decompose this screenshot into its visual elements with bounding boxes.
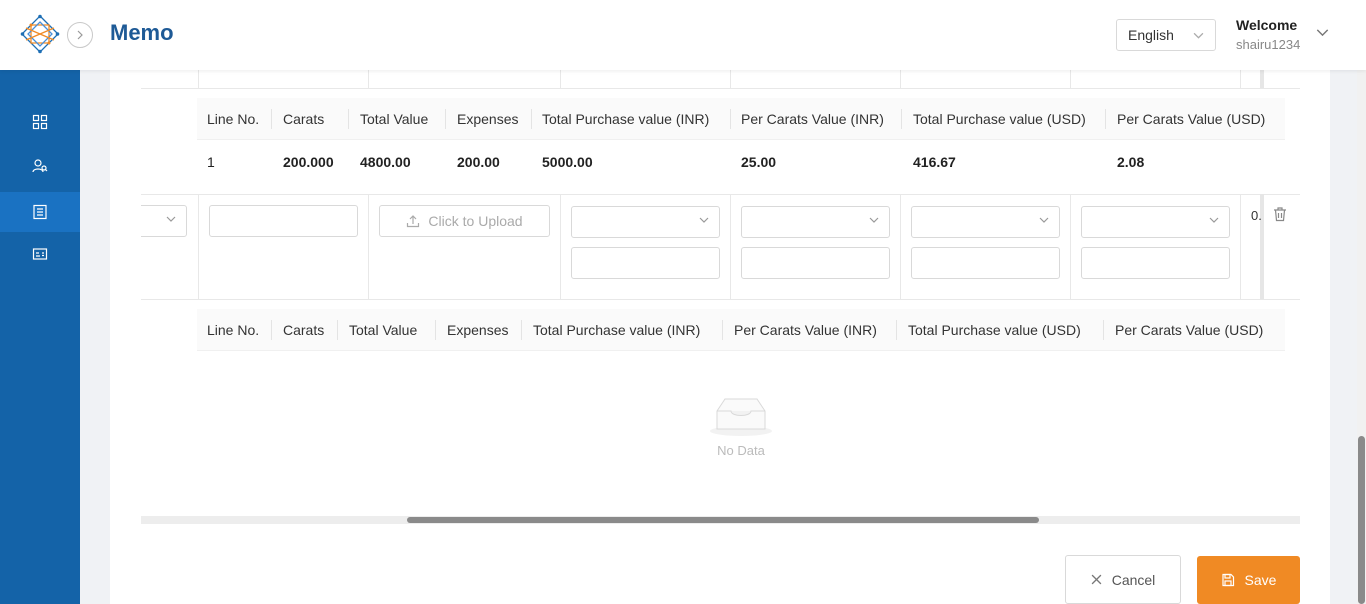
- col-line-no: Line No.: [207, 322, 260, 338]
- col-per-carats-usd: Per Carats Value (USD): [1117, 111, 1266, 127]
- col-per-carats-usd: Per Carats Value (USD): [1115, 322, 1264, 338]
- col-total-value: Total Value: [349, 322, 418, 338]
- chevron-down-icon: [166, 216, 176, 222]
- cell-per-carats-usd: 2.08: [1117, 154, 1145, 170]
- users-search-icon: [32, 159, 48, 173]
- cell-total-purchase-inr: 5000.00: [542, 154, 593, 170]
- username-label: shairu1234: [1236, 37, 1301, 52]
- row-select-partial[interactable]: [141, 205, 187, 237]
- horizontal-scrollbar[interactable]: [141, 516, 1300, 524]
- per-carats-inr-input[interactable]: [741, 247, 890, 279]
- sidebar: [0, 70, 80, 604]
- truncated-value: 0.: [1251, 208, 1262, 223]
- per-carats-usd-select[interactable]: [1081, 206, 1230, 238]
- cell-expenses: 200.00: [457, 154, 500, 170]
- sidebar-item-users[interactable]: [0, 146, 80, 186]
- click-to-upload-button[interactable]: Click to Upload: [379, 205, 550, 237]
- col-total-purchase-usd: Total Purchase value (USD): [908, 322, 1081, 338]
- empty-state: No Data: [691, 395, 791, 458]
- empty-text: No Data: [717, 443, 765, 458]
- col-carats: Carats: [283, 322, 325, 338]
- chevron-down-icon: [1193, 32, 1204, 39]
- col-total-purchase-inr: Total Purchase value (INR): [533, 322, 701, 338]
- app-header: Memo English Welcome shairu1234: [0, 0, 1366, 70]
- chevron-down-icon: [1209, 217, 1219, 223]
- col-total-value: Total Value: [360, 111, 429, 127]
- page-title: Memo: [110, 20, 174, 45]
- cell-line-no: 1: [207, 154, 215, 170]
- horizontal-scrollbar-thumb[interactable]: [407, 517, 1039, 523]
- usd-input[interactable]: [911, 247, 1060, 279]
- language-select[interactable]: English: [1116, 19, 1216, 51]
- dashboard-grid-icon: [32, 114, 48, 130]
- cancel-label: Cancel: [1111, 571, 1156, 588]
- chevron-down-icon: [1039, 217, 1049, 223]
- upload-icon: [407, 215, 420, 228]
- vertical-scrollbar-thumb[interactable]: [1358, 436, 1365, 604]
- save-label: Save: [1244, 572, 1277, 588]
- sidebar-item-profile[interactable]: [0, 234, 80, 274]
- save-icon: [1221, 573, 1234, 587]
- inr-input[interactable]: [571, 247, 720, 279]
- col-total-purchase-usd: Total Purchase value (USD): [913, 111, 1086, 127]
- chevron-right-icon: [77, 30, 83, 40]
- cell-per-carats-inr: 25.00: [741, 154, 777, 170]
- inr-select[interactable]: [571, 206, 720, 238]
- per-carats-usd-input[interactable]: [1081, 247, 1230, 279]
- col-per-carats-inr: Per Carats Value (INR): [741, 111, 884, 127]
- sidebar-item-memo[interactable]: [0, 192, 80, 232]
- upload-label: Click to Upload: [428, 213, 523, 229]
- vertical-scrollbar[interactable]: [1357, 70, 1366, 604]
- empty-inbox-icon: [710, 398, 772, 436]
- cancel-button[interactable]: Cancel: [1065, 555, 1181, 604]
- col-per-carats-inr: Per Carats Value (INR): [734, 322, 877, 338]
- cell-carats: 200.000: [283, 154, 334, 170]
- cell-total-purchase-usd: 416.67: [913, 154, 956, 170]
- table-row: 1 200.000 4800.00 200.00 5000.00 25.00 4…: [197, 140, 1285, 184]
- summary-table-2: Line No. Carats Total Value Expenses Tot…: [197, 309, 1285, 506]
- chevron-down-icon: [869, 217, 879, 223]
- summary-table-1: Line No. Carats Total Value Expenses Tot…: [197, 98, 1285, 184]
- delete-row-icon[interactable]: [1272, 206, 1288, 222]
- cell-total-value: 4800.00: [360, 154, 411, 170]
- save-button[interactable]: Save: [1197, 556, 1300, 604]
- list-document-icon: [33, 204, 47, 220]
- per-carats-inr-select[interactable]: [741, 206, 890, 238]
- language-select-value: English: [1128, 27, 1174, 43]
- col-total-purchase-inr: Total Purchase value (INR): [542, 111, 710, 127]
- close-icon: [1091, 574, 1102, 585]
- id-card-icon: [32, 248, 48, 260]
- col-expenses: Expenses: [447, 322, 509, 338]
- user-menu[interactable]: Welcome shairu1234: [1236, 16, 1300, 54]
- logo-icon: [20, 14, 60, 54]
- col-carats: Carats: [283, 111, 325, 127]
- summary-table-2-header: Line No. Carats Total Value Expenses Tot…: [197, 309, 1285, 351]
- welcome-label: Welcome: [1236, 17, 1298, 33]
- col-expenses: Expenses: [457, 111, 519, 127]
- user-menu-chevron-icon[interactable]: [1316, 26, 1329, 39]
- row-text-input[interactable]: [209, 205, 358, 237]
- col-line-no: Line No.: [207, 111, 260, 127]
- memo-table-scroll-area: Line No. Carats Total Value Expenses Tot…: [141, 70, 1300, 525]
- sidebar-item-dashboard[interactable]: [0, 102, 80, 142]
- usd-select[interactable]: [911, 206, 1060, 238]
- summary-table-1-header: Line No. Carats Total Value Expenses Tot…: [197, 98, 1285, 140]
- chevron-down-icon: [699, 217, 709, 223]
- sidebar-expand-button[interactable]: [67, 22, 93, 48]
